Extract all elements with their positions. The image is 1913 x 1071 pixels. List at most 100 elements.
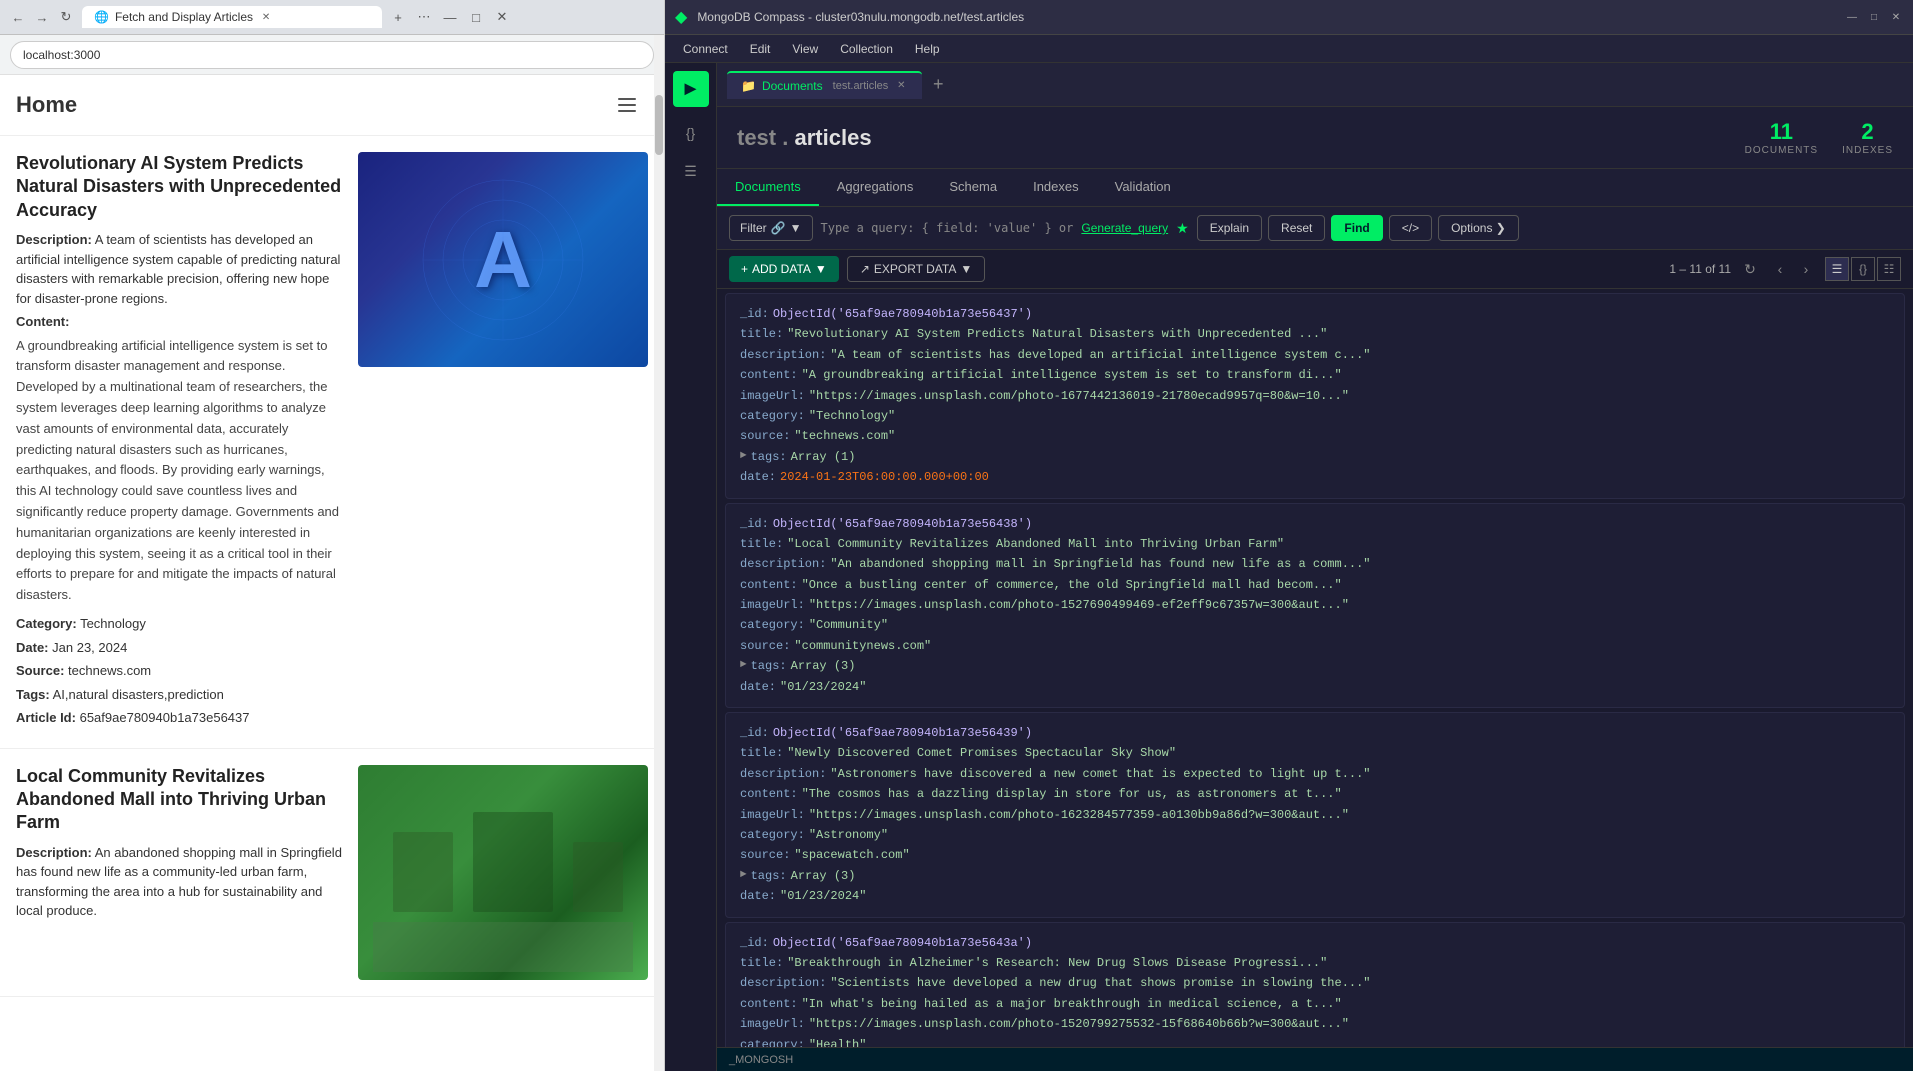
options-button[interactable]: Options ❯ bbox=[1438, 215, 1519, 241]
close-compass-button[interactable]: ✕ bbox=[1889, 10, 1903, 24]
menu-connect[interactable]: Connect bbox=[673, 38, 738, 60]
array-toggle[interactable]: ► bbox=[740, 447, 747, 467]
doc-field-description: description: "An abandoned shopping mall… bbox=[740, 554, 1890, 574]
compass-panel: ◆ MongoDB Compass - cluster03nulu.mongod… bbox=[665, 0, 1913, 1071]
next-page-button[interactable]: › bbox=[1795, 258, 1817, 280]
article-text: Revolutionary AI System Predicts Natural… bbox=[16, 152, 342, 732]
status-text: _MONGOSH bbox=[729, 1054, 793, 1066]
refresh-docs-button[interactable]: ↻ bbox=[1739, 258, 1761, 280]
menu-view[interactable]: View bbox=[782, 38, 828, 60]
tab-indexes[interactable]: Indexes bbox=[1015, 169, 1097, 206]
field-value: ObjectId('65af9ae780940b1a73e5643a') bbox=[773, 933, 1032, 953]
export-chevron: ▼ bbox=[960, 262, 972, 276]
hamburger-button[interactable] bbox=[612, 87, 648, 123]
category-label: Category: bbox=[16, 616, 77, 631]
indexes-count: 2 bbox=[1842, 119, 1893, 145]
minimize-button[interactable]: — bbox=[440, 7, 460, 27]
document-item: _id: ObjectId('65af9ae780940b1a73e56439'… bbox=[725, 712, 1905, 918]
tab-collection-name: test.articles bbox=[833, 80, 889, 92]
field-key: description: bbox=[740, 554, 826, 574]
source-value: technews.com bbox=[68, 663, 151, 678]
refresh-button[interactable]: ↻ bbox=[56, 7, 76, 27]
article-image: A bbox=[358, 152, 648, 367]
filter-button[interactable]: Filter 🔗 ▼ bbox=[729, 215, 813, 241]
sidebar-icon-json[interactable]: {} bbox=[675, 117, 707, 149]
list-view-button[interactable]: ☰ bbox=[1825, 257, 1849, 281]
prev-page-button[interactable]: ‹ bbox=[1769, 258, 1791, 280]
json-view-button[interactable]: {} bbox=[1851, 257, 1875, 281]
compass-main: 📁 Documents test.articles ✕ + test . art… bbox=[717, 63, 1913, 1071]
table-view-button[interactable]: ☷ bbox=[1877, 257, 1901, 281]
field-key: category: bbox=[740, 615, 805, 635]
array-toggle[interactable]: ► bbox=[740, 866, 747, 886]
compass-sidebar: ► {} ☰ bbox=[665, 63, 717, 1071]
field-value: "A team of scientists has developed an a… bbox=[830, 345, 1370, 365]
article-id-label: Article Id: bbox=[16, 710, 76, 725]
browser-panel: ← → ↻ 🌐 Fetch and Display Articles ✕ + ⋯… bbox=[0, 0, 665, 1071]
tab-close-button[interactable]: ✕ bbox=[259, 10, 273, 24]
date-value: Jan 23, 2024 bbox=[52, 640, 127, 655]
address-input[interactable] bbox=[10, 41, 654, 69]
generate-query-link[interactable]: Generate_query bbox=[1081, 221, 1168, 235]
scrollbar-thumb[interactable] bbox=[655, 95, 663, 155]
code-button[interactable]: </> bbox=[1389, 215, 1432, 241]
menu-edit[interactable]: Edit bbox=[740, 38, 781, 60]
tab-close-btn[interactable]: ✕ bbox=[894, 79, 908, 93]
field-key: imageUrl: bbox=[740, 805, 805, 825]
doc-field-description: description: "A team of scientists has d… bbox=[740, 345, 1890, 365]
field-value: "Astronomers have discovered a new comet… bbox=[830, 764, 1370, 784]
sidebar-icon-list[interactable]: ☰ bbox=[675, 155, 707, 187]
add-data-button[interactable]: + ADD DATA ▼ bbox=[729, 256, 839, 282]
query-placeholder: Type a query: { field: 'value' } or bbox=[821, 221, 1074, 235]
add-data-label: ADD DATA bbox=[752, 262, 811, 276]
maximize-compass-button[interactable]: □ bbox=[1867, 10, 1881, 24]
document-item: _id: ObjectId('65af9ae780940b1a73e56437'… bbox=[725, 293, 1905, 499]
tab-documents[interactable]: Documents bbox=[717, 169, 819, 206]
coll-name: articles bbox=[795, 125, 872, 150]
field-key: tags: bbox=[751, 656, 787, 676]
article-category: Category: Technology bbox=[16, 614, 342, 634]
article-id: Article Id: 65af9ae780940b1a73e56437 bbox=[16, 708, 342, 728]
reset-button[interactable]: Reset bbox=[1268, 215, 1325, 241]
doc-field-imageurl: imageUrl: "https://images.unsplash.com/p… bbox=[740, 595, 1890, 615]
find-button[interactable]: Find bbox=[1331, 215, 1382, 241]
tab-documents-label: Documents bbox=[762, 79, 823, 93]
forward-button[interactable]: → bbox=[32, 7, 52, 27]
field-key: description: bbox=[740, 764, 826, 784]
address-bar bbox=[0, 35, 664, 75]
minimize-compass-button[interactable]: — bbox=[1845, 10, 1859, 24]
field-key: title: bbox=[740, 953, 783, 973]
new-tab-button[interactable]: + bbox=[388, 7, 408, 27]
explain-button[interactable]: Explain bbox=[1197, 215, 1262, 241]
field-key: category: bbox=[740, 1035, 805, 1048]
tab-aggregations[interactable]: Aggregations bbox=[819, 169, 932, 206]
menu-collection[interactable]: Collection bbox=[830, 38, 903, 60]
doc-field-category: category: "Health" bbox=[740, 1035, 1890, 1048]
tags-label: Tags: bbox=[16, 687, 50, 702]
status-bar: _MONGOSH bbox=[717, 1047, 1913, 1071]
field-value: "Local Community Revitalizes Abandoned M… bbox=[787, 534, 1284, 554]
field-key: title: bbox=[740, 324, 783, 344]
description-label: Description: bbox=[16, 232, 92, 247]
export-data-button[interactable]: ↗ EXPORT DATA ▼ bbox=[847, 256, 985, 282]
array-toggle[interactable]: ► bbox=[740, 656, 747, 676]
browser-tab[interactable]: 🌐 Fetch and Display Articles ✕ bbox=[82, 6, 382, 28]
maximize-button[interactable]: □ bbox=[466, 7, 486, 27]
add-tab-button[interactable]: + bbox=[926, 73, 950, 97]
tab-validation[interactable]: Validation bbox=[1097, 169, 1189, 206]
window-controls: — □ ✕ bbox=[1845, 10, 1903, 24]
collection-name: test . articles bbox=[737, 125, 872, 151]
tab-schema[interactable]: Schema bbox=[931, 169, 1015, 206]
scrollbar-track[interactable] bbox=[654, 35, 664, 1071]
more-options-button[interactable]: ⋯ bbox=[414, 7, 434, 27]
menu-help[interactable]: Help bbox=[905, 38, 950, 60]
field-value: ObjectId('65af9ae780940b1a73e56437') bbox=[773, 304, 1032, 324]
field-value: "Health" bbox=[809, 1035, 867, 1048]
back-button[interactable]: ← bbox=[8, 7, 28, 27]
collection-tab[interactable]: 📁 Documents test.articles ✕ bbox=[727, 71, 922, 99]
close-window-button[interactable]: ✕ bbox=[492, 7, 512, 27]
field-value: Array (3) bbox=[791, 656, 856, 676]
collection-stats: 11 DOCUMENTS 2 INDEXES bbox=[1745, 119, 1893, 156]
folder-icon: 📁 bbox=[741, 79, 756, 93]
field-value: ObjectId('65af9ae780940b1a73e56438') bbox=[773, 514, 1032, 534]
